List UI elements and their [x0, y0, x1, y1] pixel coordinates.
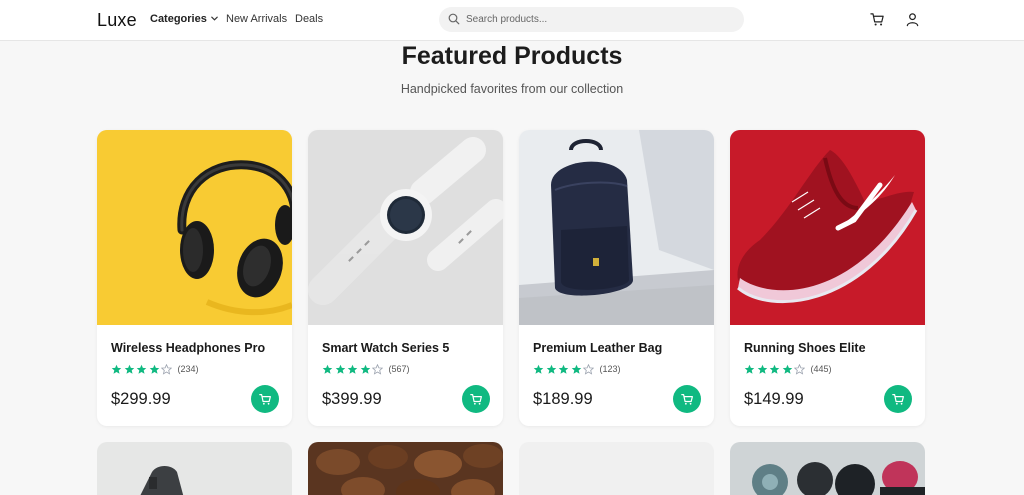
nav-deals[interactable]: Deals — [295, 13, 323, 25]
nav-categories[interactable]: Categories — [150, 13, 219, 25]
product-name[interactable]: Smart Watch Series 5 — [322, 341, 449, 355]
cart-icon — [258, 393, 271, 405]
product-name[interactable]: Premium Leather Bag — [533, 341, 662, 355]
cart-icon — [891, 393, 904, 405]
add-to-cart-button[interactable] — [251, 385, 279, 413]
star-icon — [136, 364, 147, 374]
star-icon — [111, 364, 122, 374]
section-subtitle: Handpicked favorites from our collection — [400, 82, 624, 96]
product-image-shoes[interactable] — [730, 130, 925, 325]
star-outline-icon — [372, 363, 383, 375]
product-rating: (567) — [322, 363, 410, 375]
section-title: Featured Products — [401, 42, 623, 70]
review-count: (567) — [388, 364, 410, 374]
top-navbar: Luxe Categories New Arrivals Deals — [0, 0, 1024, 41]
cart-icon — [469, 393, 482, 405]
star-icon — [546, 364, 556, 374]
review-count: (234) — [177, 364, 199, 374]
product-image-partial[interactable] — [308, 442, 503, 495]
cart-icon — [680, 393, 693, 405]
add-to-cart-button[interactable] — [462, 385, 490, 413]
star-icon — [360, 364, 370, 374]
star-outline-icon — [583, 363, 594, 375]
cart-icon[interactable] — [870, 12, 885, 27]
product-name[interactable]: Wireless Headphones Pro — [111, 341, 265, 355]
product-card[interactable]: Premium Leather Bag (123) $189.99 — [519, 130, 714, 426]
star-icon — [533, 364, 544, 374]
product-rating: (234) — [111, 363, 199, 375]
chevron-down-icon — [211, 16, 218, 21]
star-icon — [124, 364, 134, 374]
add-to-cart-button[interactable] — [673, 385, 701, 413]
star-icon — [335, 364, 345, 374]
star-outline-icon — [794, 363, 805, 375]
star-icon — [149, 364, 159, 374]
star-icon — [757, 364, 767, 374]
user-icon[interactable] — [905, 12, 920, 27]
product-image-watch[interactable] — [308, 130, 503, 325]
product-image-bag[interactable] — [519, 130, 714, 325]
nav-new-arrivals[interactable]: New Arrivals — [226, 13, 287, 25]
product-image-partial[interactable] — [730, 442, 925, 495]
product-rating: (445) — [744, 363, 832, 375]
search-input[interactable] — [466, 10, 726, 29]
star-icon — [744, 364, 755, 374]
star-icon — [769, 364, 780, 374]
search-bar[interactable] — [439, 7, 744, 32]
nav-categories-label: Categories — [150, 13, 207, 25]
brand-logo[interactable]: Luxe — [97, 10, 137, 31]
add-to-cart-button[interactable] — [884, 385, 912, 413]
product-image-partial[interactable] — [519, 442, 714, 495]
star-icon — [558, 364, 569, 374]
star-icon — [571, 364, 581, 374]
product-image-headphones[interactable] — [97, 130, 292, 325]
star-icon — [322, 364, 333, 374]
product-name[interactable]: Running Shoes Elite — [744, 341, 866, 355]
product-price: $399.99 — [322, 390, 382, 408]
product-price: $149.99 — [744, 390, 804, 408]
product-card[interactable]: Smart Watch Series 5 (567) $399.99 — [308, 130, 503, 426]
product-price: $299.99 — [111, 390, 171, 408]
review-count: (445) — [810, 364, 832, 374]
star-icon — [347, 364, 358, 374]
product-image-partial[interactable] — [97, 442, 292, 495]
product-price: $189.99 — [533, 390, 593, 408]
search-icon — [448, 13, 460, 25]
review-count: (123) — [599, 364, 621, 374]
product-card[interactable]: Running Shoes Elite (445) $149.99 — [730, 130, 925, 426]
star-icon — [782, 364, 792, 374]
product-card[interactable]: Wireless Headphones Pro (234) $299.99 — [97, 130, 292, 426]
product-rating: (123) — [533, 363, 621, 375]
star-outline-icon — [161, 363, 172, 375]
